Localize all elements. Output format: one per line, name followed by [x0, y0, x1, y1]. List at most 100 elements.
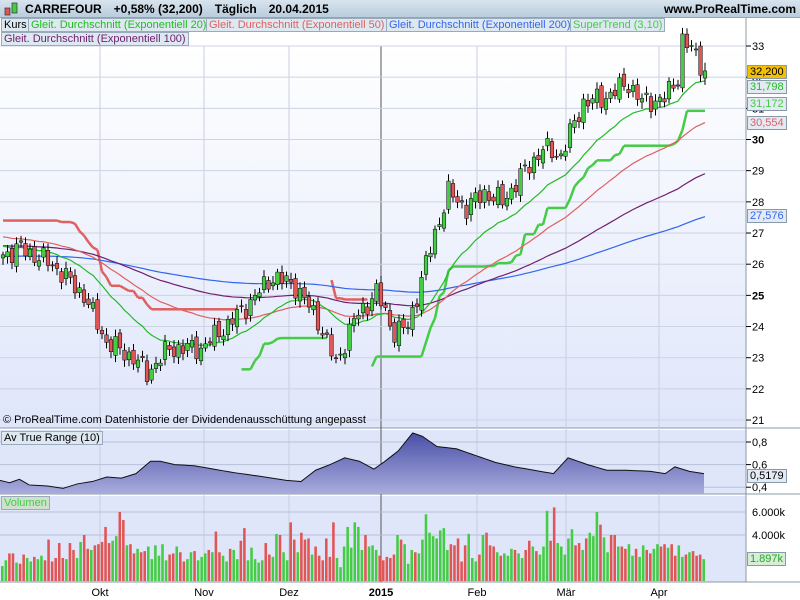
volume-bar	[211, 552, 214, 581]
volume-bar	[449, 544, 453, 581]
candle-body	[203, 343, 208, 349]
volume-bar	[157, 555, 161, 581]
volume-bar	[146, 546, 150, 581]
candle-body	[662, 98, 667, 103]
candle-body	[392, 322, 397, 343]
volume-bar	[36, 559, 40, 581]
volume-bar	[104, 526, 107, 581]
candle-body	[180, 345, 186, 354]
candle-body	[198, 347, 204, 362]
volume-bar	[43, 560, 47, 581]
candle-body	[315, 301, 321, 331]
volume-bar	[456, 538, 460, 581]
y-tick-label: 24	[752, 322, 764, 334]
supertrend-segment	[277, 336, 283, 340]
volume-bar	[189, 552, 193, 581]
candle-body	[630, 85, 636, 92]
volume-bar	[471, 558, 474, 581]
volume-bar	[129, 544, 132, 581]
volume-bar	[656, 544, 659, 581]
volume-bar	[478, 554, 481, 581]
candle-body	[95, 299, 100, 330]
volume-bar	[531, 546, 535, 581]
volume-bar	[228, 548, 232, 581]
y-tick-label: 30	[752, 135, 764, 147]
volume-bar	[33, 556, 36, 581]
candle-body	[239, 305, 244, 308]
volume-bar	[1, 566, 4, 581]
volume-bar	[154, 545, 157, 581]
x-tick-label: Okt	[91, 587, 108, 599]
candle-body	[585, 99, 591, 107]
legend-kurs[interactable]: Kurs	[1, 18, 30, 32]
volume-bar	[467, 533, 470, 581]
volume-bar	[22, 554, 25, 581]
candle-body	[684, 33, 690, 48]
volume-bar	[300, 532, 303, 581]
legend-ema200[interactable]: Gleit. Durchschnitt (Exponentiell 200)	[386, 18, 574, 32]
legend-supertrend[interactable]: SuperTrend (3,10)	[570, 18, 666, 32]
volume-bar	[214, 531, 218, 581]
volume-bar	[510, 548, 513, 581]
volume-bar	[485, 532, 488, 581]
volume-bar	[588, 532, 592, 581]
volume-bar	[118, 512, 122, 581]
candle-body	[423, 255, 429, 275]
candle-body	[441, 212, 447, 229]
chart-area[interactable]: OktNovDez2015FebMärApr333231302928272625…	[0, 0, 800, 600]
candle-body	[212, 324, 217, 347]
candle-body	[396, 320, 402, 346]
last-atr-label: 0,5179	[747, 469, 787, 483]
candle-body	[576, 117, 582, 122]
candle-body	[567, 123, 573, 148]
x-tick-label: Nov	[194, 587, 214, 599]
volume-bar	[438, 530, 442, 581]
y-tick-label: 23	[752, 353, 764, 365]
volume-bar	[670, 544, 673, 581]
volume-bar	[132, 553, 136, 581]
atr-title[interactable]: Av True Range (10)	[1, 431, 103, 445]
volume-bar	[399, 539, 403, 581]
volume-bar	[538, 554, 542, 581]
legend-ema100[interactable]: Gleit. Durchschnitt (Exponentiell 100)	[1, 32, 189, 46]
volume-bar	[367, 546, 371, 581]
volume-bar	[54, 558, 57, 581]
candle-body	[266, 280, 271, 290]
volume-title[interactable]: Volumen	[1, 496, 50, 510]
volume-bar	[236, 559, 239, 581]
candle-body	[594, 88, 600, 103]
candle-body	[32, 246, 37, 263]
volume-bar	[353, 522, 357, 581]
volume-bar	[364, 535, 367, 581]
candle-body	[59, 271, 64, 283]
volume-bar	[196, 560, 200, 581]
volume-bar	[595, 512, 599, 581]
legend-ema20[interactable]: Gleit. Durchschnitt (Exponentiell 20)	[28, 18, 210, 32]
candle-body	[518, 168, 523, 196]
legend-ema50[interactable]: Gleit. Durchschnitt (Exponentiell 50)	[206, 18, 388, 32]
candle-body	[437, 224, 442, 227]
candle-body	[351, 318, 357, 326]
candle-body	[617, 77, 622, 100]
candle-body	[491, 196, 496, 202]
volume-bar	[627, 544, 631, 581]
y-tick-label: 33	[752, 41, 764, 53]
volume-bar	[168, 554, 171, 581]
candle-body	[81, 289, 87, 303]
candle-body	[68, 271, 73, 278]
candle-body	[410, 307, 415, 330]
volume-bar	[307, 538, 310, 581]
volume-bar	[634, 548, 638, 581]
volume-bar	[175, 546, 179, 581]
volume-bar	[317, 555, 321, 581]
volume-bar	[581, 549, 584, 581]
volume-bar	[282, 552, 285, 581]
candle-body	[77, 287, 82, 293]
candle-body	[324, 332, 330, 335]
candle-body	[0, 254, 6, 259]
candle-body	[347, 323, 352, 351]
candle-body	[486, 191, 492, 201]
volume-bar	[93, 545, 97, 581]
volume-bar	[114, 536, 118, 581]
candle-body	[297, 288, 303, 302]
